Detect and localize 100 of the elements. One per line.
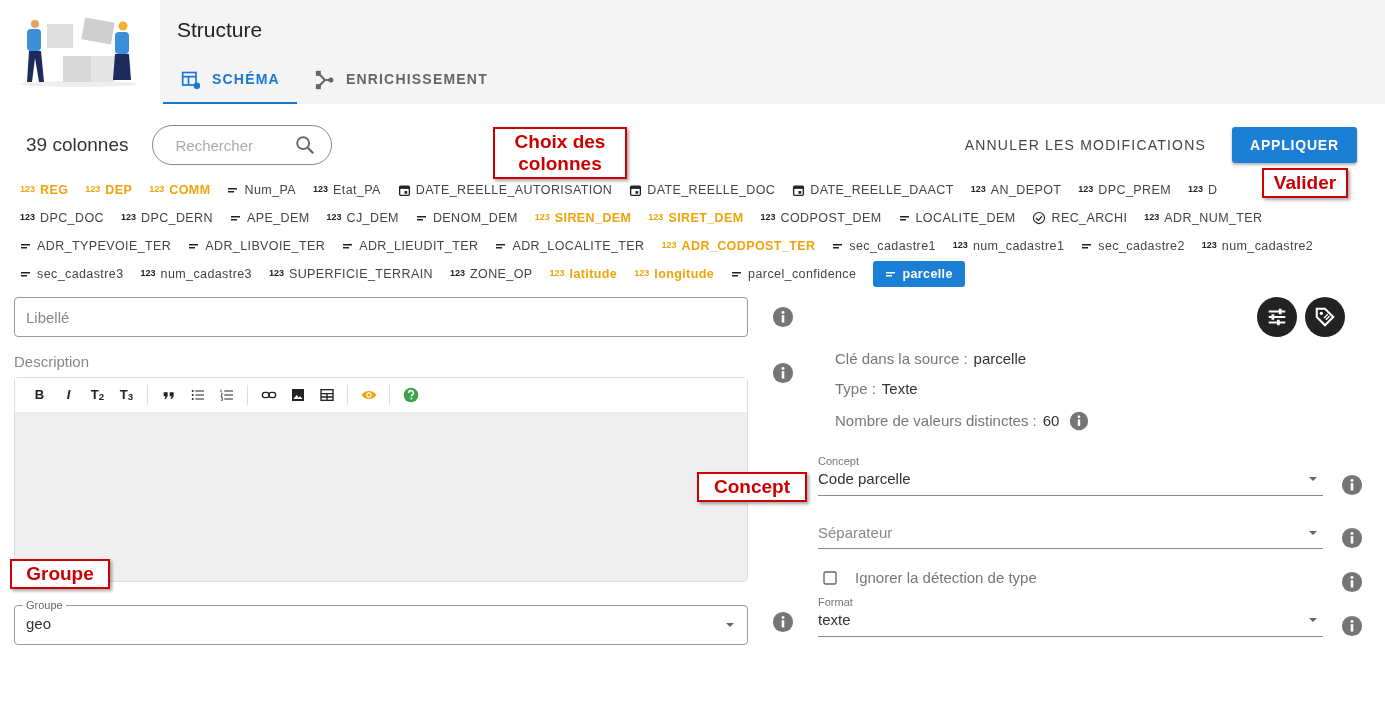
info-icon	[772, 306, 794, 328]
number-type-icon: 123	[20, 183, 36, 197]
tag-button[interactable]	[1305, 297, 1345, 337]
number-type-icon: 123	[326, 211, 342, 225]
column-chip[interactable]: ADR_LIEUDIT_TER	[342, 236, 479, 256]
number-type-icon: 123	[1201, 239, 1217, 253]
metadata-value: Texte	[881, 378, 918, 399]
annotation-label: Valider	[1262, 168, 1348, 198]
metadata-value: parcelle	[973, 348, 1027, 369]
number-type-icon: 123	[85, 183, 101, 197]
number-type-icon: 123	[149, 183, 165, 197]
tab[interactable]: ENRICHISSEMENT	[296, 59, 505, 104]
table-gear-icon	[180, 69, 202, 90]
column-chip[interactable]: parcel_confidence	[731, 264, 857, 284]
number-type-icon: 123	[1144, 211, 1160, 225]
ignore-type-checkbox[interactable]: Ignorer la détection de type	[818, 566, 1323, 590]
field-label: Concept	[818, 454, 860, 468]
concept-select[interactable]: Code parcelle	[818, 468, 1323, 496]
format-button[interactable]: B	[25, 381, 54, 408]
format-button[interactable]: T$_{3}$	[112, 381, 141, 408]
number-type-icon: 123	[760, 211, 776, 225]
column-chip[interactable]: parcelle	[873, 260, 965, 288]
column-chip[interactable]: 123 ADR_NUM_TER	[1144, 208, 1263, 228]
column-chip[interactable]: APE_DEM	[229, 208, 310, 228]
field-label: Format	[818, 595, 854, 609]
number-type-icon: 123	[140, 267, 156, 281]
settings-button[interactable]	[1257, 297, 1297, 337]
format-button[interactable]: I	[54, 381, 83, 408]
info-icon	[772, 362, 794, 384]
number-type-icon: 123	[120, 211, 136, 225]
cancel-changes-button[interactable]: ANNULER LES MODIFICATIONS	[958, 133, 1212, 157]
column-chip[interactable]: 123 ZONE_OP	[449, 264, 533, 284]
metadata-label: Type :	[835, 378, 876, 399]
tab[interactable]: SCHÉMA	[163, 59, 297, 104]
column-chip[interactable]: sec_cadastre2	[1081, 236, 1185, 256]
separator-select[interactable]: Séparateur	[818, 521, 1323, 549]
number-type-icon: 123	[449, 267, 465, 281]
calendar-icon	[792, 183, 806, 197]
column-chip[interactable]: 123 DPC_PREM	[1078, 180, 1171, 200]
number-type-icon: 123	[534, 211, 550, 225]
annotation-label: Concept	[697, 472, 807, 502]
column-chip[interactable]: 123 num_cadastre2	[1201, 236, 1314, 256]
column-chip[interactable]: DATE_REELLE_DAACT	[792, 180, 954, 200]
number-type-icon: 123	[549, 267, 565, 281]
metadata-label: Nombre de valeurs distinctes :	[835, 410, 1037, 431]
metadata-value: 60	[1042, 410, 1060, 431]
number-type-icon: 123	[661, 239, 677, 253]
column-chip[interactable]: 123 num_cadastre3	[140, 264, 252, 284]
info-icon	[772, 611, 794, 633]
description-label: Description	[14, 352, 91, 372]
column-chip[interactable]: ADR_TYPEVOIE_TER	[20, 236, 172, 256]
column-chip[interactable]: 123 CODPOST_DEM	[760, 208, 882, 228]
page-title: Structure	[177, 17, 264, 43]
calendar-icon	[397, 183, 411, 197]
column-chip[interactable]: LOCALITE_DEM	[898, 208, 1016, 228]
search-icon	[294, 134, 317, 156]
branch-icon	[313, 69, 336, 90]
info-icon	[1341, 614, 1363, 637]
column-chip[interactable]: 123 DPC_DOC	[20, 208, 104, 228]
column-chip[interactable]: ADR_LOCALITE_TER	[495, 236, 645, 256]
column-count: 39 colonnes	[26, 132, 129, 157]
column-chip[interactable]: 123 D	[1188, 180, 1218, 200]
column-chip[interactable]: 123 Etat_PA	[313, 180, 381, 200]
column-chip[interactable]: Num_PA	[227, 180, 296, 200]
column-chip[interactable]: 123 AN_DEPOT	[970, 180, 1062, 200]
metadata-label: Clé dans la source :	[835, 348, 968, 369]
format-button[interactable]: T$_{2}$	[83, 381, 112, 408]
column-chip[interactable]: 123 CJ_DEM	[326, 208, 399, 228]
image-icon[interactable]	[289, 386, 306, 403]
checkbox-label: Ignorer la détection de type	[855, 567, 1037, 588]
column-chip[interactable]: sec_cadastre3	[20, 264, 124, 284]
column-chip[interactable]: 123 DPC_DERN	[120, 208, 213, 228]
column-chip[interactable]: sec_cadastre1	[832, 236, 936, 256]
column-chip[interactable]: 123 SUPERFICIE_TERRAIN	[268, 264, 433, 284]
calendar-icon	[629, 183, 643, 197]
label-field[interactable]: Libellé	[14, 297, 748, 337]
column-chip[interactable]: REC_ARCHI	[1032, 208, 1128, 228]
info-icon	[1341, 571, 1363, 593]
column-chip[interactable]: DATE_REELLE_AUTORISATION	[397, 180, 613, 200]
check-circle-icon	[1032, 211, 1047, 225]
column-chip[interactable]: DENOM_DEM	[415, 208, 518, 228]
annotation-label: Choix des colonnes	[493, 127, 627, 179]
column-chip[interactable]: ADR_LIBVOIE_TER	[188, 236, 326, 256]
number-type-icon: 123	[1188, 183, 1204, 197]
column-chip[interactable]: 123 num_cadastre1	[952, 236, 1065, 256]
annotation-label: Groupe	[10, 559, 110, 589]
search-field[interactable]: Rechercher	[152, 125, 333, 165]
info-icon	[1341, 473, 1363, 496]
info-icon	[1341, 527, 1363, 549]
apply-button[interactable]: APPLIQUER	[1232, 127, 1357, 163]
number-type-icon: 123	[952, 239, 968, 253]
number-type-icon: 123	[970, 183, 986, 197]
column-chip[interactable]: DATE_REELLE_DOC	[629, 180, 776, 200]
help-icon[interactable]	[402, 386, 419, 403]
table-icon[interactable]	[318, 386, 335, 403]
checkbox-icon	[821, 569, 839, 587]
number-type-icon: 123	[648, 211, 664, 225]
number-type-icon: 123	[1078, 183, 1094, 197]
number-type-icon: 123	[268, 267, 284, 281]
format-select[interactable]: texte	[818, 609, 1323, 637]
